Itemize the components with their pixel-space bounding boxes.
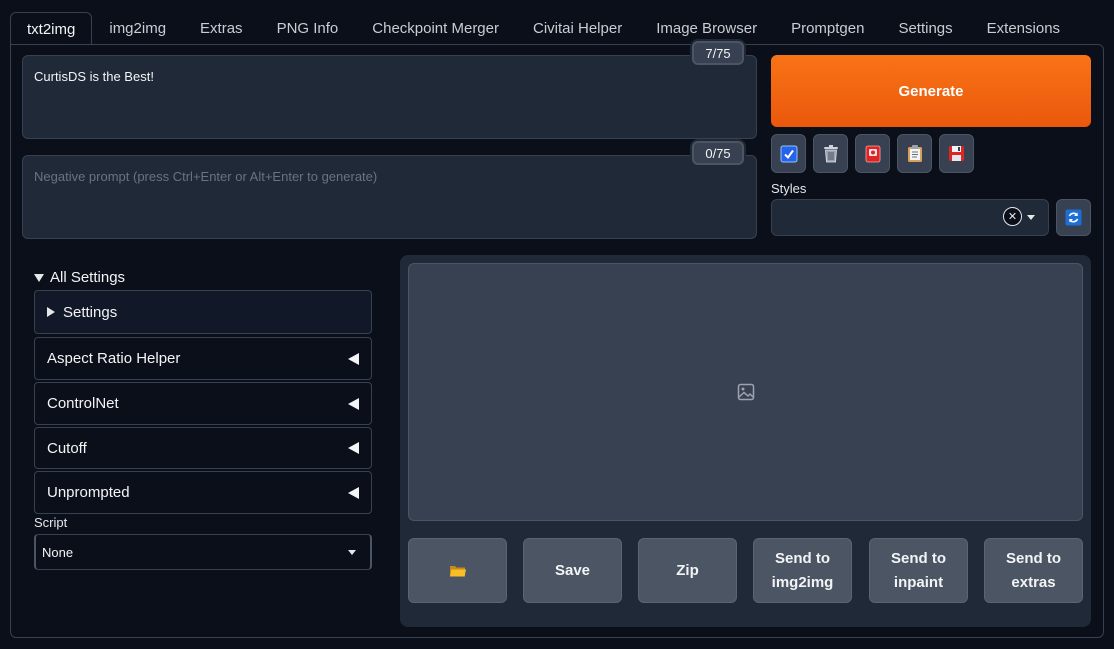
save-button[interactable]: Save xyxy=(523,538,622,603)
script-label: Script xyxy=(34,515,68,530)
chevron-down-icon xyxy=(348,549,356,555)
send-to-extras-button[interactable]: Send to extras xyxy=(984,538,1083,603)
prompt-token-counter: 7/75 xyxy=(692,41,744,65)
tab-civitai-helper[interactable]: Civitai Helper xyxy=(516,12,639,45)
accordion-aspect-ratio-helper[interactable]: Aspect Ratio Helper xyxy=(34,337,372,380)
chevron-down-icon[interactable] xyxy=(1027,215,1035,220)
tab-img2img[interactable]: img2img xyxy=(92,12,183,45)
image-gallery[interactable] xyxy=(408,263,1083,521)
refresh-styles-button[interactable] xyxy=(1056,199,1091,236)
generate-button[interactable]: Generate xyxy=(771,55,1091,127)
tab-bar: txt2img img2img Extras PNG Info Checkpoi… xyxy=(10,12,1077,45)
open-folder-button[interactable] xyxy=(408,538,507,603)
accordion-controlnet[interactable]: ControlNet xyxy=(34,382,372,425)
triangle-left-icon xyxy=(348,352,359,365)
settings-accordion-label: Settings xyxy=(63,303,118,321)
script-dropdown[interactable]: None xyxy=(34,534,372,570)
all-settings-toggle[interactable]: All Settings xyxy=(34,269,125,286)
clear-prompt-button[interactable] xyxy=(813,134,848,173)
all-settings-label: All Settings xyxy=(50,269,126,286)
settings-accordion[interactable]: Settings xyxy=(34,290,372,334)
triangle-right-icon xyxy=(47,307,55,317)
accordion-label: Aspect Ratio Helper xyxy=(47,350,181,367)
accordion-label: Cutoff xyxy=(47,439,87,457)
zip-button[interactable]: Zip xyxy=(638,538,737,603)
tab-checkpoint-merger[interactable]: Checkpoint Merger xyxy=(355,12,516,45)
negative-prompt-token-counter: 0/75 xyxy=(692,141,744,165)
prompt-input[interactable]: CurtisDS is the Best! xyxy=(22,55,757,139)
clear-styles-icon[interactable]: ✕ xyxy=(1003,207,1022,226)
folder-icon xyxy=(449,565,466,576)
negative-prompt-input[interactable]: Negative prompt (press Ctrl+Enter or Alt… xyxy=(22,155,757,239)
tab-settings[interactable]: Settings xyxy=(881,12,969,45)
accordion-label: Unprompted xyxy=(47,484,130,501)
trash-icon xyxy=(823,144,838,162)
tab-txt2img[interactable]: txt2img xyxy=(10,12,93,45)
styles-label: Styles xyxy=(771,181,807,196)
save-style-button[interactable] xyxy=(939,134,974,173)
checkbox-button[interactable] xyxy=(771,134,806,173)
triangle-down-icon xyxy=(34,273,44,282)
tab-promptgen[interactable]: Promptgen xyxy=(774,12,881,45)
accordion-unprompted[interactable]: Unprompted xyxy=(34,471,372,514)
send-to-inpaint-button[interactable]: Send to inpaint xyxy=(869,538,968,603)
card-icon xyxy=(865,145,880,162)
accordion-cutoff[interactable]: Cutoff xyxy=(34,427,372,469)
save-icon xyxy=(949,146,964,161)
refresh-icon xyxy=(1065,209,1082,226)
triangle-left-icon xyxy=(348,486,359,499)
triangle-left-icon xyxy=(348,397,359,410)
extra-networks-button[interactable] xyxy=(855,134,890,173)
paste-button[interactable] xyxy=(897,134,932,173)
tab-extras[interactable]: Extras xyxy=(183,12,260,45)
tab-extensions[interactable]: Extensions xyxy=(970,12,1077,45)
image-icon xyxy=(737,383,754,401)
tab-png-info[interactable]: PNG Info xyxy=(260,12,356,45)
send-to-img2img-button[interactable]: Send to img2img xyxy=(753,538,852,603)
accordion-label: ControlNet xyxy=(47,395,119,412)
clipboard-icon xyxy=(907,145,922,162)
triangle-left-icon xyxy=(348,442,359,454)
checkbox-icon xyxy=(780,145,797,162)
script-value: None xyxy=(42,544,74,560)
